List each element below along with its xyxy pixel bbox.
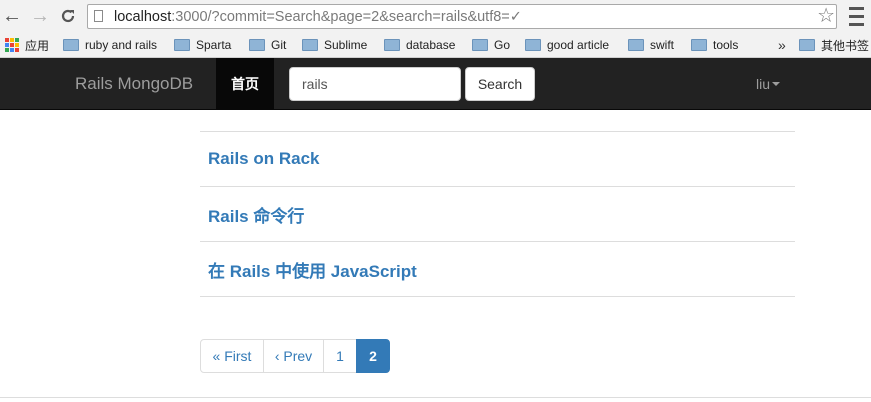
url-path: :3000/?commit=Search&page=2&search=rails…: [171, 9, 522, 25]
search-input[interactable]: [289, 67, 461, 101]
browser-toolbar: ← → localhost:3000/?commit=Search&page=2…: [0, 0, 871, 33]
forward-arrow-icon[interactable]: →: [29, 4, 51, 28]
folder-icon: [174, 39, 190, 51]
folder-icon: [63, 39, 79, 51]
bookmark-label: Sublime: [324, 38, 368, 52]
folder-icon: [472, 39, 488, 51]
bookmark-folder[interactable]: Sublime: [302, 37, 367, 53]
page-current-button[interactable]: 2: [356, 339, 390, 373]
menu-bar: [849, 23, 864, 26]
folder-icon: [302, 39, 318, 51]
bookmark-label: 其他书签: [821, 38, 870, 53]
pagination: « First ‹ Prev 1 2: [200, 339, 390, 373]
bookmark-folder[interactable]: tools: [691, 37, 738, 53]
folder-icon: [249, 39, 265, 51]
folder-icon: [628, 39, 644, 51]
footer-divider: [0, 397, 871, 398]
bookmark-label: tools: [713, 38, 739, 52]
nav-item-home[interactable]: 首页: [216, 58, 274, 109]
address-bar[interactable]: localhost:3000/?commit=Search&page=2&sea…: [87, 4, 837, 29]
list-item: Rails on Rack: [200, 132, 795, 187]
list-item: 在 Rails 中使用 JavaScript: [200, 242, 795, 297]
bookmark-label: Git: [271, 38, 287, 52]
search-button[interactable]: Search: [465, 67, 535, 101]
page-prev-button[interactable]: ‹ Prev: [263, 339, 324, 373]
bookmarks-more-chevron[interactable]: »: [778, 37, 786, 53]
bookmark-star-icon[interactable]: ☆: [817, 5, 835, 27]
page-icon: [94, 10, 103, 22]
menu-bar: [849, 7, 864, 10]
bookmark-folder[interactable]: ruby and rails: [63, 37, 157, 53]
bookmark-label: database: [406, 38, 456, 52]
back-arrow-icon[interactable]: ←: [1, 4, 23, 28]
bookmark-apps[interactable]: 应用: [5, 37, 49, 53]
apps-grid-icon: [5, 38, 19, 52]
result-link[interactable]: Rails on Rack: [208, 149, 320, 169]
reload-icon-svg: [61, 9, 75, 23]
bookmark-folder[interactable]: good article: [525, 37, 609, 53]
menu-bar: [849, 15, 864, 18]
bookmark-label: Sparta: [196, 38, 232, 52]
bookmark-label: Go: [494, 38, 511, 52]
results-list: Rails on Rack Rails 命令行 在 Rails 中使用 Java…: [200, 131, 795, 297]
url-text: localhost:3000/?commit=Search&page=2&sea…: [114, 9, 522, 25]
brand-link[interactable]: Rails MongoDB: [75, 74, 193, 94]
bookmark-folder[interactable]: swift: [628, 37, 674, 53]
reload-icon[interactable]: [57, 4, 79, 28]
browser-menu-icon[interactable]: [849, 7, 864, 26]
bookmark-folder[interactable]: Go: [472, 37, 510, 53]
bookmark-folder[interactable]: Git: [249, 37, 286, 53]
bookmark-label: ruby and rails: [85, 38, 158, 52]
url-host: localhost: [114, 9, 172, 25]
bookmarks-bar: 应用 ruby and rails Sparta Git Sublime dat…: [0, 33, 871, 58]
folder-icon: [525, 39, 541, 51]
user-name: liu: [756, 76, 771, 92]
result-link[interactable]: 在 Rails 中使用 JavaScript: [208, 257, 417, 282]
bookmark-label: 应用: [25, 38, 50, 53]
bookmark-label: good article: [547, 38, 610, 52]
list-item: Rails 命令行: [200, 187, 795, 242]
user-dropdown[interactable]: liu: [756, 76, 781, 92]
app-navbar: Rails MongoDB 首页 Search liu: [0, 58, 871, 110]
page-number-button[interactable]: 1: [323, 339, 357, 373]
bookmark-folder[interactable]: database: [384, 37, 455, 53]
bookmark-other-folder[interactable]: 其他书签: [799, 37, 869, 53]
bookmark-label: swift: [650, 38, 674, 52]
page-first-button[interactable]: « First: [200, 339, 264, 373]
result-link[interactable]: Rails 命令行: [208, 202, 304, 227]
folder-icon: [384, 39, 400, 51]
caret-down-icon: [772, 82, 781, 86]
bookmark-folder[interactable]: Sparta: [174, 37, 231, 53]
folder-icon: [799, 39, 815, 51]
folder-icon: [691, 39, 707, 51]
